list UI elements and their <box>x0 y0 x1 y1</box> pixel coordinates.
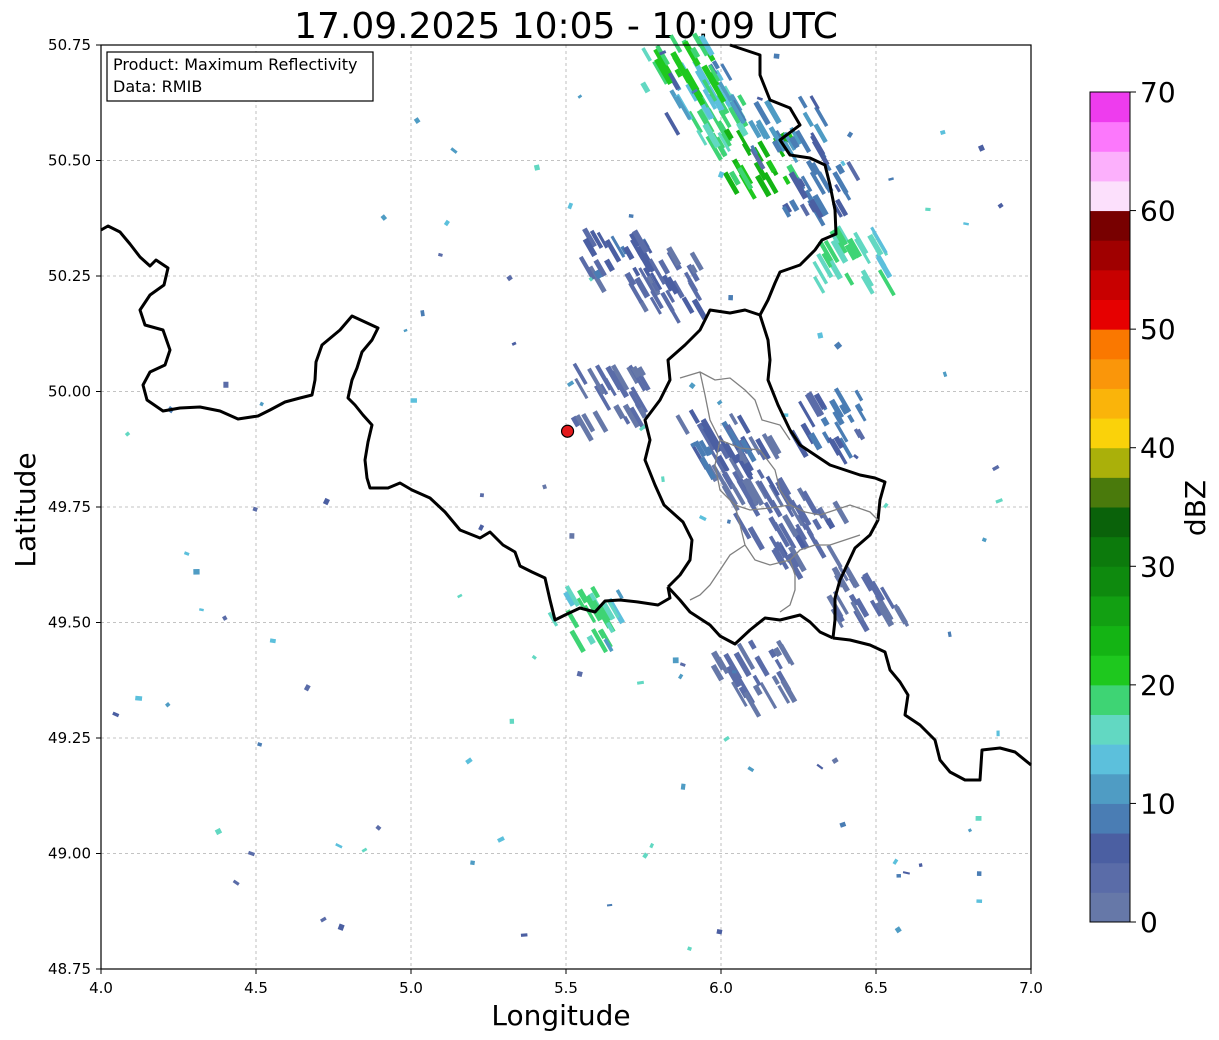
colorbar-segment <box>1090 388 1130 419</box>
echo-cell <box>728 294 734 301</box>
x-tick-label: 5.5 <box>554 979 578 997</box>
colorbar-segment <box>1090 299 1130 330</box>
echo-cell <box>135 695 143 701</box>
echo-cell <box>773 53 780 59</box>
colorbar-segment <box>1090 477 1130 508</box>
colorbar-tick-label: 10 <box>1140 787 1176 820</box>
echo-cell <box>918 863 923 868</box>
y-tick-label: 49.75 <box>48 498 91 516</box>
echo-cell <box>896 873 902 878</box>
echo-cell <box>976 899 983 904</box>
colorbar-segment <box>1090 92 1130 123</box>
colorbar-tick-label: 20 <box>1140 669 1176 702</box>
x-tick-label: 5.0 <box>399 979 423 997</box>
echo-cell <box>716 928 723 935</box>
y-tick-label: 50.75 <box>48 36 91 54</box>
echo-cell <box>628 214 634 218</box>
colorbar-tick-label: 70 <box>1140 76 1176 109</box>
y-axis-label: Latitude <box>9 452 42 567</box>
colorbar-segment <box>1090 684 1130 715</box>
y-tick-label: 50.25 <box>48 267 91 285</box>
echo-cell <box>410 398 417 403</box>
colorbar-segment <box>1090 536 1130 567</box>
info-data-source-label: Data: RMIB <box>113 77 202 96</box>
plot-area: Product: Maximum Reflectivity Data: RMIB <box>100 32 1032 970</box>
x-tick-label: 7.0 <box>1019 979 1043 997</box>
colorbar-segment <box>1090 803 1130 834</box>
radar-site-marker <box>560 424 575 438</box>
colorbar-segment <box>1090 566 1130 597</box>
colorbar-segment <box>1090 655 1130 686</box>
echo-cell <box>680 783 686 790</box>
colorbar-segment <box>1090 595 1130 627</box>
colorbar-label: dBZ <box>1179 480 1212 536</box>
colorbar-segment <box>1090 744 1130 775</box>
radar-chart: 17.09.2025 10:05 - 10:09 UTC Product: Ma… <box>9 6 1212 1032</box>
chart-title: 17.09.2025 10:05 - 10:09 UTC <box>294 6 838 47</box>
colorbar: 0 10 20 30 40 50 60 70 <box>1089 76 1176 939</box>
echo-cell <box>509 718 515 724</box>
x-tick-label: 4.5 <box>244 979 268 997</box>
y-tick-label: 49.50 <box>48 614 91 632</box>
colorbar-tick-label: 40 <box>1140 432 1176 465</box>
colorbar-segment <box>1090 447 1130 478</box>
colorbar-segment <box>1090 714 1130 745</box>
colorbar-segment <box>1090 329 1130 360</box>
colorbar-segment <box>1090 892 1130 923</box>
y-tick-label: 50.50 <box>48 152 91 170</box>
colorbar-segment <box>1090 210 1130 241</box>
y-tick-label: 48.75 <box>48 960 91 978</box>
x-tick-label: 6.5 <box>864 979 888 997</box>
colorbar-segment <box>1090 151 1130 182</box>
y-tick-label: 49.00 <box>48 845 91 863</box>
colorbar-segment <box>1090 773 1130 804</box>
colorbar-segment <box>1090 269 1130 300</box>
x-tick-label: 4.0 <box>89 979 113 997</box>
colorbar-segment <box>1090 240 1130 271</box>
colorbar-segment <box>1090 507 1130 538</box>
echo-cell <box>925 207 931 212</box>
y-axis-ticks: 48.75 49.00 49.25 49.50 49.75 50.00 50.25 50.50… <box>48 36 101 978</box>
echo-cell <box>739 455 746 461</box>
colorbar-segment <box>1090 625 1130 656</box>
echo-cell <box>976 871 982 876</box>
colorbar-segment <box>1090 862 1130 893</box>
echo-cell <box>732 670 737 674</box>
echo-cell <box>223 381 229 388</box>
info-product-label: Product: Maximum Reflectivity <box>113 55 357 74</box>
colorbar-segment <box>1090 121 1130 152</box>
colorbar-segment <box>1090 418 1130 449</box>
info-box: Product: Maximum Reflectivity Data: RMIB <box>106 51 374 102</box>
echo-cell <box>520 933 528 937</box>
colorbar-segment <box>1090 358 1130 389</box>
echo-cell <box>193 568 200 575</box>
colorbar-segment <box>1090 833 1130 864</box>
colorbar-tick-label: 60 <box>1140 195 1176 228</box>
x-tick-label: 6.0 <box>709 979 733 997</box>
echo-cell <box>672 657 679 664</box>
echo-cell <box>470 860 476 866</box>
colorbar-segment <box>1090 180 1130 212</box>
colorbar-tick-label: 30 <box>1140 550 1176 583</box>
echo-cell <box>996 730 1000 737</box>
colorbar-tick-label: 0 <box>1140 906 1158 939</box>
colorbar-tick-label: 50 <box>1140 313 1176 346</box>
echo-cell <box>975 815 982 821</box>
y-tick-label: 49.25 <box>48 729 91 747</box>
echo-cell <box>479 493 485 498</box>
y-tick-label: 50.00 <box>48 383 91 401</box>
x-axis-label: Longitude <box>491 999 630 1032</box>
echo-cell <box>569 533 575 539</box>
x-axis-ticks: 4.0 4.5 5.0 5.5 6.0 6.5 7.0 <box>89 969 1043 997</box>
